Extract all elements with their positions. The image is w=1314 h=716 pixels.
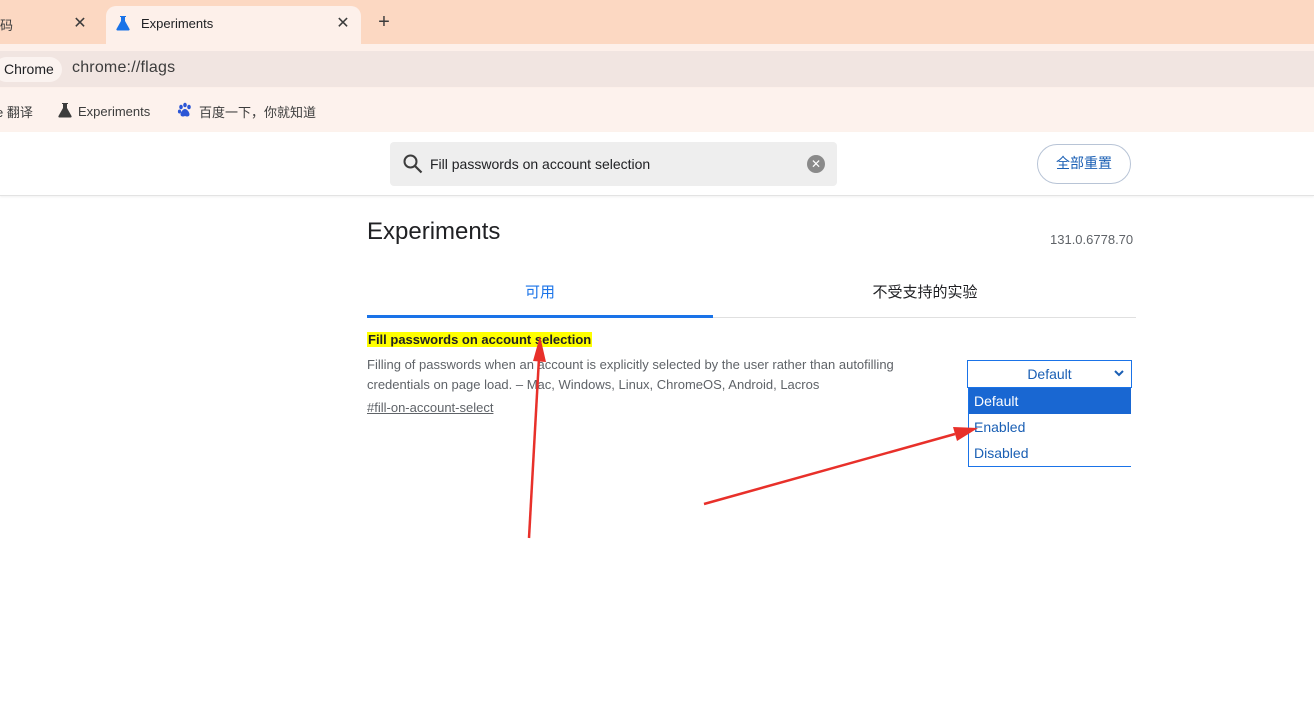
toolbar: Chrome chrome://flags — [0, 44, 1314, 88]
bookmark-experiments[interactable]: Experiments — [58, 102, 150, 121]
tab-experiments-title: Experiments — [141, 16, 214, 31]
flags-search-input[interactable] — [430, 142, 800, 186]
site-chip[interactable]: Chrome — [0, 57, 62, 82]
flag-state-options: Default Enabled Disabled — [968, 388, 1131, 467]
reset-all-button[interactable]: 全部重置 — [1037, 144, 1131, 184]
annotation-arrow-to-enabled — [703, 427, 978, 506]
paw-icon — [177, 102, 193, 121]
option-disabled[interactable]: Disabled — [969, 440, 1131, 466]
bookmark-experiments-label: Experiments — [78, 104, 151, 119]
flag-state-select[interactable]: Default — [967, 360, 1132, 388]
option-enabled[interactable]: Enabled — [969, 414, 1131, 440]
tab-experiments-close-icon[interactable]: ✕ — [333, 13, 353, 33]
search-icon — [402, 153, 424, 180]
flask-icon — [58, 102, 72, 121]
tab-strip: 码 ✕ Experiments ✕ + — [0, 0, 1314, 44]
tab-experiments[interactable]: Experiments ✕ — [106, 6, 361, 44]
tab-previous[interactable]: 码 ✕ — [0, 6, 100, 44]
tab-previous-title: 码 — [0, 18, 14, 33]
address-bar[interactable]: Chrome chrome://flags — [0, 51, 1314, 87]
bookmarks-bar: e 翻译 Experiments 百度一下，你就知道 — [0, 88, 1314, 132]
page-title: Experiments — [367, 218, 501, 245]
bookmark-translate[interactable]: e 翻译 — [0, 102, 33, 121]
version-label: 131.0.6778.70 — [1050, 232, 1134, 247]
tab-previous-close-icon[interactable]: ✕ — [70, 13, 90, 33]
new-tab-button[interactable]: + — [372, 10, 396, 34]
bookmark-baidu-label: 百度一下，你就知道 — [199, 105, 317, 120]
option-default[interactable]: Default — [969, 388, 1131, 414]
clear-search-icon[interactable]: ✕ — [807, 155, 825, 173]
bookmark-translate-label: e 翻译 — [0, 105, 33, 120]
flags-header: ✕ 全部重置 — [0, 132, 1314, 196]
tab-unavailable[interactable]: 不受支持的实验 — [752, 272, 1098, 318]
url-text[interactable]: chrome://flags — [72, 59, 175, 77]
flag-title: Fill passwords on account selection — [367, 332, 593, 347]
flag-permalink[interactable]: #fill-on-account-select — [367, 400, 493, 415]
flag-state-selected-value: Default — [1027, 366, 1072, 382]
flag-description: Filling of passwords when an account is … — [367, 357, 894, 392]
bookmark-baidu[interactable]: 百度一下，你就知道 — [177, 102, 316, 121]
flask-icon — [116, 15, 130, 36]
flags-tabs: 可用 不受支持的实验 — [367, 272, 1136, 318]
flags-search-box[interactable]: ✕ — [390, 142, 837, 186]
tab-available[interactable]: 可用 — [367, 272, 713, 318]
